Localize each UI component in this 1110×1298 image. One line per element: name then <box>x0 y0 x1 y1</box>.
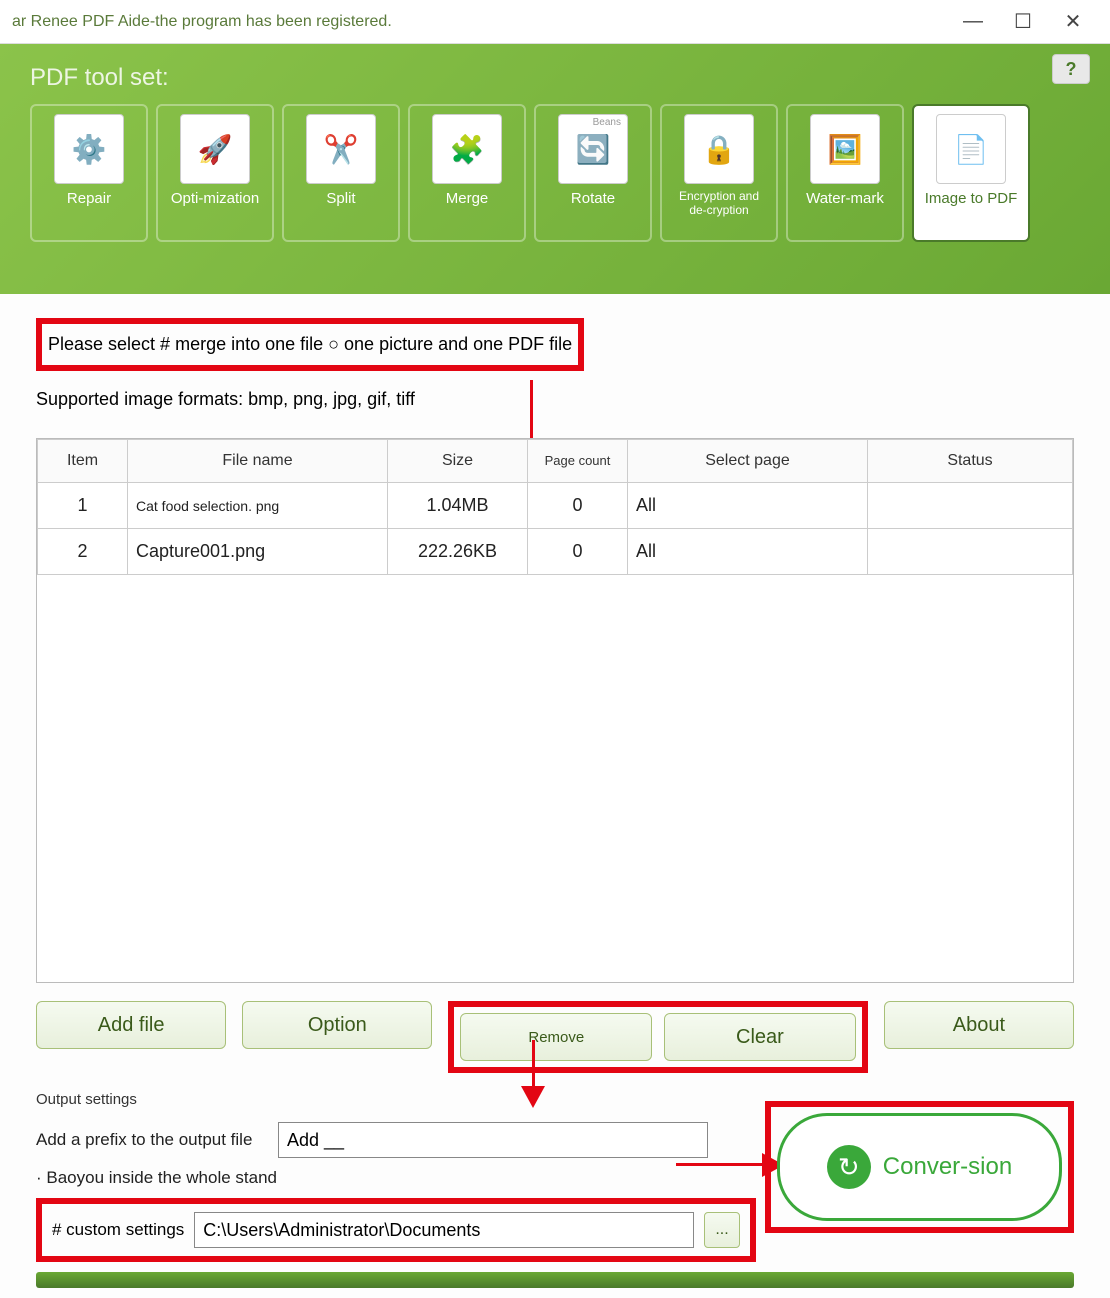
arrow-to-convert <box>676 1163 766 1166</box>
toolbar-title: PDF tool set: <box>30 64 1080 92</box>
col-pagecount: Page count <box>528 440 628 483</box>
puzzle-icon: 🧩 <box>432 114 502 184</box>
col-selectpage: Select page <box>628 440 868 483</box>
image-icon: 🖼️ <box>810 114 880 184</box>
clear-button[interactable]: Clear <box>664 1013 856 1061</box>
merge-option-highlight: Please select # merge into one file ○ on… <box>36 318 584 371</box>
gear-icon: ⚙️ <box>54 114 124 184</box>
about-button[interactable]: About <box>884 1001 1074 1049</box>
toolbar: ? PDF tool set: ⚙️ Repair 🚀 Opti-mizatio… <box>0 44 1110 294</box>
convert-label: Conver-sion <box>883 1154 1012 1180</box>
output-settings: Output settings Add a prefix to the outp… <box>36 1091 1074 1262</box>
rocket-icon: 🚀 <box>180 114 250 184</box>
convert-highlight: ↻ Conver-sion <box>765 1101 1074 1233</box>
prefix-input[interactable] <box>278 1122 708 1158</box>
scissors-icon: ✂️ <box>306 114 376 184</box>
file-table: Item File name Size Page count Select pa… <box>36 438 1074 983</box>
col-filename: File name <box>128 440 388 483</box>
custom-path-highlight: # custom settings ... <box>36 1198 756 1262</box>
lock-icon: 🔒 <box>684 114 754 184</box>
arrow-annotation-2 <box>532 1040 535 1090</box>
tool-optimization[interactable]: 🚀 Opti-mization <box>156 104 274 242</box>
remove-button[interactable]: Remove <box>460 1013 652 1061</box>
col-item: Item <box>38 440 128 483</box>
table-header-row: Item File name Size Page count Select pa… <box>38 440 1073 483</box>
tool-merge[interactable]: 🧩 Merge <box>408 104 526 242</box>
table-row[interactable]: 1 Cat food selection. png 1.04MB 0 All <box>38 483 1073 529</box>
option-button[interactable]: Option <box>242 1001 432 1049</box>
col-status: Status <box>868 440 1073 483</box>
tool-repair[interactable]: ⚙️ Repair <box>30 104 148 242</box>
prefix-label: Add a prefix to the output file <box>36 1130 266 1150</box>
convert-button[interactable]: ↻ Conver-sion <box>777 1113 1062 1221</box>
action-buttons: Add file Option Remove Clear About <box>36 1001 1074 1073</box>
tool-image-to-pdf[interactable]: 📄 Image to PDF <box>912 104 1030 242</box>
refresh-icon: ↻ <box>827 1145 871 1189</box>
tool-rotate[interactable]: 🔄Beans Rotate <box>534 104 652 242</box>
maximize-button[interactable]: ☐ <box>998 7 1048 37</box>
tool-watermark[interactable]: 🖼️ Water-mark <box>786 104 904 242</box>
titlebar-text: ar Renee PDF Aide-the program has been r… <box>12 13 392 31</box>
remove-clear-highlight: Remove Clear <box>448 1001 867 1073</box>
main-panel: Please select # merge into one file ○ on… <box>0 294 1110 1298</box>
browse-button[interactable]: ... <box>704 1212 740 1248</box>
baoyou-label: · Baoyou inside the whole stand <box>36 1168 277 1188</box>
tool-row: ⚙️ Repair 🚀 Opti-mization ✂️ Split 🧩 Mer… <box>30 104 1080 242</box>
col-size: Size <box>388 440 528 483</box>
merge-option-text[interactable]: Please select # merge into one file ○ on… <box>48 334 572 354</box>
tool-encryption[interactable]: 🔒 Encryption and de-cryption <box>660 104 778 242</box>
add-file-button[interactable]: Add file <box>36 1001 226 1049</box>
custom-label[interactable]: # custom settings <box>52 1220 184 1240</box>
table-row[interactable]: 2 Capture001.png 222.26KB 0 All <box>38 529 1073 575</box>
titlebar: ar Renee PDF Aide-the program has been r… <box>0 0 1110 44</box>
rotate-icon: 🔄Beans <box>558 114 628 184</box>
footer-bar <box>36 1272 1074 1288</box>
close-button[interactable]: ✕ <box>1048 7 1098 37</box>
tool-split[interactable]: ✂️ Split <box>282 104 400 242</box>
minimize-button[interactable]: — <box>948 7 998 37</box>
output-path-input[interactable] <box>194 1212 694 1248</box>
pdf-icon: 📄 <box>936 114 1006 184</box>
supported-formats: Supported image formats: bmp, png, jpg, … <box>36 389 1074 410</box>
